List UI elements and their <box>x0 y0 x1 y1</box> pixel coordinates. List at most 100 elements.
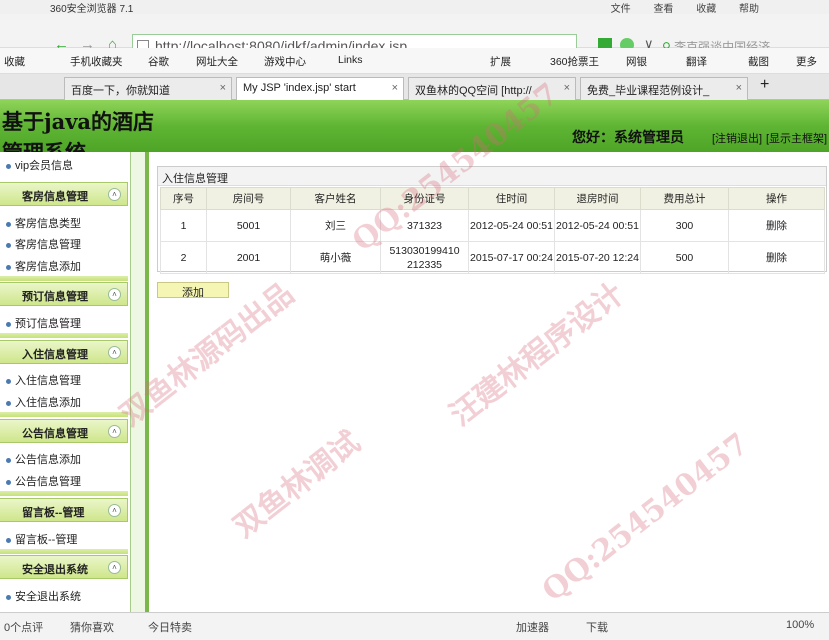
collapse-icon[interactable]: ˄ <box>108 561 121 574</box>
address-toolbar: ← → ⌂ http://localhost:8080/jdkf/admin/i… <box>0 14 829 58</box>
sidebar-item-label: 客房信息添加 <box>15 261 81 273</box>
checkin-panel: 入住信息管理 序号 房间号 客户姓名 身份证号 住时间 退房时间 费用总计 操作… <box>157 166 827 274</box>
cell-total-fee: 300 <box>640 209 729 242</box>
sidebar-item-label: vip会员信息 <box>15 160 74 172</box>
col-id-number: 身份证号 <box>380 187 469 210</box>
sidebar-group-guestbook[interactable]: 留言板--管理 ˄ <box>0 498 128 522</box>
col-customer: 客户姓名 <box>290 187 381 210</box>
bullet-icon <box>6 264 11 270</box>
close-icon[interactable]: × <box>564 82 570 94</box>
sidebar-item-label: 入住信息添加 <box>15 397 81 409</box>
cell-customer: 刘三 <box>290 209 381 242</box>
app-title-line2: 管理系统 <box>2 137 86 152</box>
collapse-icon[interactable]: ˄ <box>108 504 121 517</box>
sidebar-item-booking-manage[interactable]: 预订信息管理 <box>6 315 81 331</box>
logout-link[interactable]: [注销退出] <box>712 130 762 146</box>
watermark-text: 汪建林程序设计 <box>443 276 631 434</box>
sidebar-item-notice-manage[interactable]: 公告信息管理 <box>6 473 81 489</box>
tab-strip: 百度一下，你就知道 × My JSP 'index.jsp' start × 双鱼林… <box>0 74 829 100</box>
sidebar-item-vip[interactable]: vip会员信息 <box>6 157 73 173</box>
group-title: 预订信息管理 <box>22 291 88 303</box>
bullet-icon <box>6 378 11 384</box>
cell-id-number: 371323 <box>380 209 469 242</box>
sidebar-item-checkin-add[interactable]: 入住信息添加 <box>6 394 81 410</box>
sidebar-group-checkin[interactable]: 入住信息管理 ˄ <box>0 340 128 364</box>
bookmark-mobile[interactable]: 手机收藏夹 <box>70 54 123 69</box>
bookmark-translate[interactable]: 翻译 <box>686 54 707 69</box>
status-download[interactable]: 下载 <box>586 619 608 635</box>
sidebar-group-booking[interactable]: 预订信息管理 ˄ <box>0 282 128 306</box>
sidebar-item-room-types[interactable]: 客房信息类型 <box>6 215 81 231</box>
sidebar-item-room-manage[interactable]: 客房信息管理 <box>6 236 81 252</box>
panel-title: 入住信息管理 <box>158 167 826 186</box>
cell-customer: 萌小薇 <box>290 241 381 274</box>
divider <box>0 412 128 417</box>
close-icon[interactable]: × <box>392 82 398 94</box>
bookmark-sites[interactable]: 网址大全 <box>196 54 238 69</box>
collapse-icon[interactable]: ˄ <box>108 188 121 201</box>
sidebar-item-notice-add[interactable]: 公告信息添加 <box>6 451 81 467</box>
bookmark-bank[interactable]: 网银 <box>626 54 647 69</box>
sidebar-splitter[interactable] <box>130 152 145 612</box>
close-icon[interactable]: × <box>220 82 226 94</box>
sidebar-item-checkin-manage[interactable]: 入住信息管理 <box>6 372 81 388</box>
bullet-icon <box>6 537 11 543</box>
status-comments[interactable]: 0个点评 <box>4 619 43 635</box>
add-button[interactable]: 添加 <box>157 282 229 299</box>
sidebar-item-logout[interactable]: 安全退出系统 <box>6 588 81 604</box>
group-title: 入住信息管理 <box>22 349 88 361</box>
sidebar-group-logout[interactable]: 安全退出系统 ˄ <box>0 555 128 579</box>
delete-link[interactable]: 删除 <box>728 241 825 274</box>
sidebar-item-guestbook-manage[interactable]: 留言板--管理 <box>6 531 77 547</box>
bullet-icon <box>6 163 11 169</box>
bullet-icon <box>6 221 11 227</box>
tab-label: 百度一下，你就知道 <box>71 85 170 97</box>
bullet-icon <box>6 400 11 406</box>
status-zoom[interactable]: 100% <box>786 619 814 631</box>
bookmark-more[interactable]: 更多 <box>796 54 817 69</box>
app-title-line1: 基于java的酒店 <box>2 109 155 134</box>
cell-checkin-time: 2012-05-24 00:51 <box>468 209 555 242</box>
status-accelerator[interactable]: 加速器 <box>516 619 549 635</box>
status-guess[interactable]: 猜你喜欢 <box>70 619 114 635</box>
sidebar-item-room-add[interactable]: 客房信息添加 <box>6 258 81 274</box>
bookmark-links[interactable]: Links <box>338 54 363 66</box>
tab-index-jsp[interactable]: My JSP 'index.jsp' start × <box>236 77 404 100</box>
tab-qq-zone[interactable]: 双鱼林的QQ空间 [http:// × <box>408 77 576 100</box>
tab-label: 双鱼林的QQ空间 [http:// <box>415 85 532 97</box>
tab-baidu[interactable]: 百度一下，你就知道 × <box>64 77 232 100</box>
sidebar-item-label: 预订信息管理 <box>15 318 81 330</box>
status-bar: 0个点评 猜你喜欢 今日特卖 加速器 下载 100% <box>0 612 829 640</box>
bookmark-extensions[interactable]: 扩展 <box>490 54 511 69</box>
bookmark-favorites[interactable]: 收藏 <box>4 54 25 69</box>
sidebar-item-label: 客房信息类型 <box>15 218 81 230</box>
sidebar-group-rooms[interactable]: 客房信息管理 ˄ <box>0 182 128 206</box>
close-icon[interactable]: × <box>736 82 742 94</box>
bookmark-games[interactable]: 游戏中心 <box>264 54 306 69</box>
collapse-icon[interactable]: ˄ <box>108 425 121 438</box>
cell-total-fee: 500 <box>640 241 729 274</box>
sidebar: vip会员信息 客房信息管理 ˄ 客房信息类型 客房信息管理 客房信息添加 预订信… <box>0 152 149 612</box>
bookmarks-bar: 收藏 手机收藏夹 谷歌 网址大全 游戏中心 Links 扩展 360抢票王 网银… <box>0 48 829 74</box>
sidebar-item-label: 公告信息添加 <box>15 454 81 466</box>
new-tab-icon[interactable]: + <box>760 76 769 94</box>
bookmark-tickets[interactable]: 360抢票王 <box>550 54 599 69</box>
table-row: 1 5001 刘三 371323 2012-05-24 00:51 2012-0… <box>160 209 825 242</box>
tab-course[interactable]: 免费_毕业课程范例设计_ × <box>580 77 748 100</box>
sidebar-item-label: 入住信息管理 <box>15 375 81 387</box>
sidebar-item-label: 留言板--管理 <box>15 534 78 546</box>
app-header: 基于java的酒店 管理系统 您好：系统管理员 [注销退出] [显示主框架] <box>0 100 829 152</box>
collapse-icon[interactable]: ˄ <box>108 346 121 359</box>
group-title: 客房信息管理 <box>22 191 88 203</box>
collapse-icon[interactable]: ˄ <box>108 288 121 301</box>
bookmark-google[interactable]: 谷歌 <box>148 54 169 69</box>
delete-link[interactable]: 删除 <box>728 209 825 242</box>
bookmark-screenshot[interactable]: 截图 <box>748 54 769 69</box>
bullet-icon <box>6 242 11 248</box>
status-deals[interactable]: 今日特卖 <box>148 619 192 635</box>
browser-menu: 文件 查看 收藏 帮助 <box>591 0 759 15</box>
table-header: 序号 房间号 客户姓名 身份证号 住时间 退房时间 费用总计 操作 <box>160 187 825 210</box>
tab-label: My JSP 'index.jsp' start <box>243 82 356 94</box>
show-frame-link[interactable]: [显示主框架] <box>766 130 827 146</box>
sidebar-group-notice[interactable]: 公告信息管理 ˄ <box>0 419 128 443</box>
